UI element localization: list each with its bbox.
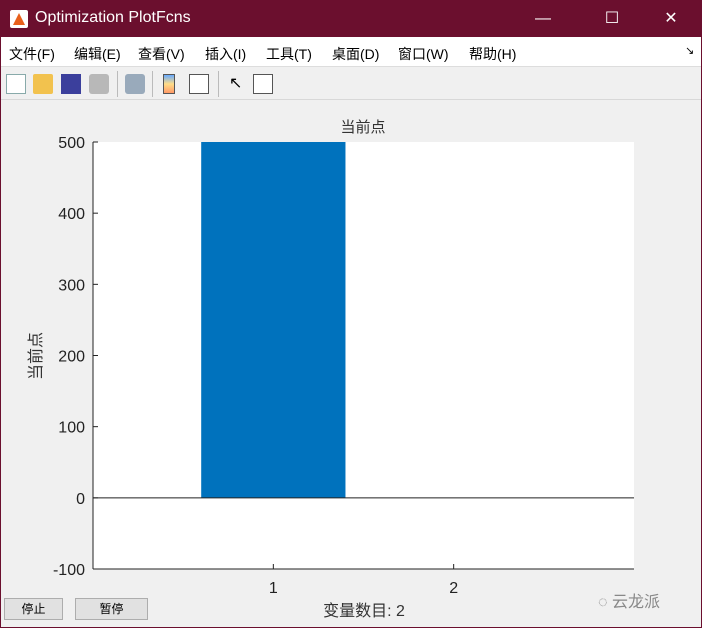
y-tick-label: 400 [58, 206, 85, 223]
bar-1 [201, 142, 346, 498]
watermark: ◌ 云龙派 [598, 594, 660, 611]
y-tick-label: 500 [58, 135, 85, 152]
pause-button[interactable]: 暂停 [75, 598, 148, 620]
y-tick-label: -100 [53, 562, 85, 579]
axes-background [93, 142, 634, 569]
bar-chart: -100 0 100 200 300 400 500 1 2 当前点 变量数目: 2 当前点 [27, 119, 634, 620]
watermark-text: 云龙派 [611, 594, 660, 611]
x-axis-label: 变量数目: 2 [323, 602, 405, 620]
y-tick-label: 200 [58, 349, 85, 366]
x-tick-label: 1 [269, 580, 278, 597]
chart-title: 当前点 [340, 119, 385, 136]
y-tick-label: 300 [58, 277, 85, 294]
y-tick-label: 0 [76, 491, 85, 508]
y-tick-label: 100 [58, 420, 85, 437]
y-axis-label: 当前点 [27, 332, 45, 380]
stop-button[interactable]: 停止 [4, 598, 63, 620]
x-tick-label: 2 [449, 580, 458, 597]
